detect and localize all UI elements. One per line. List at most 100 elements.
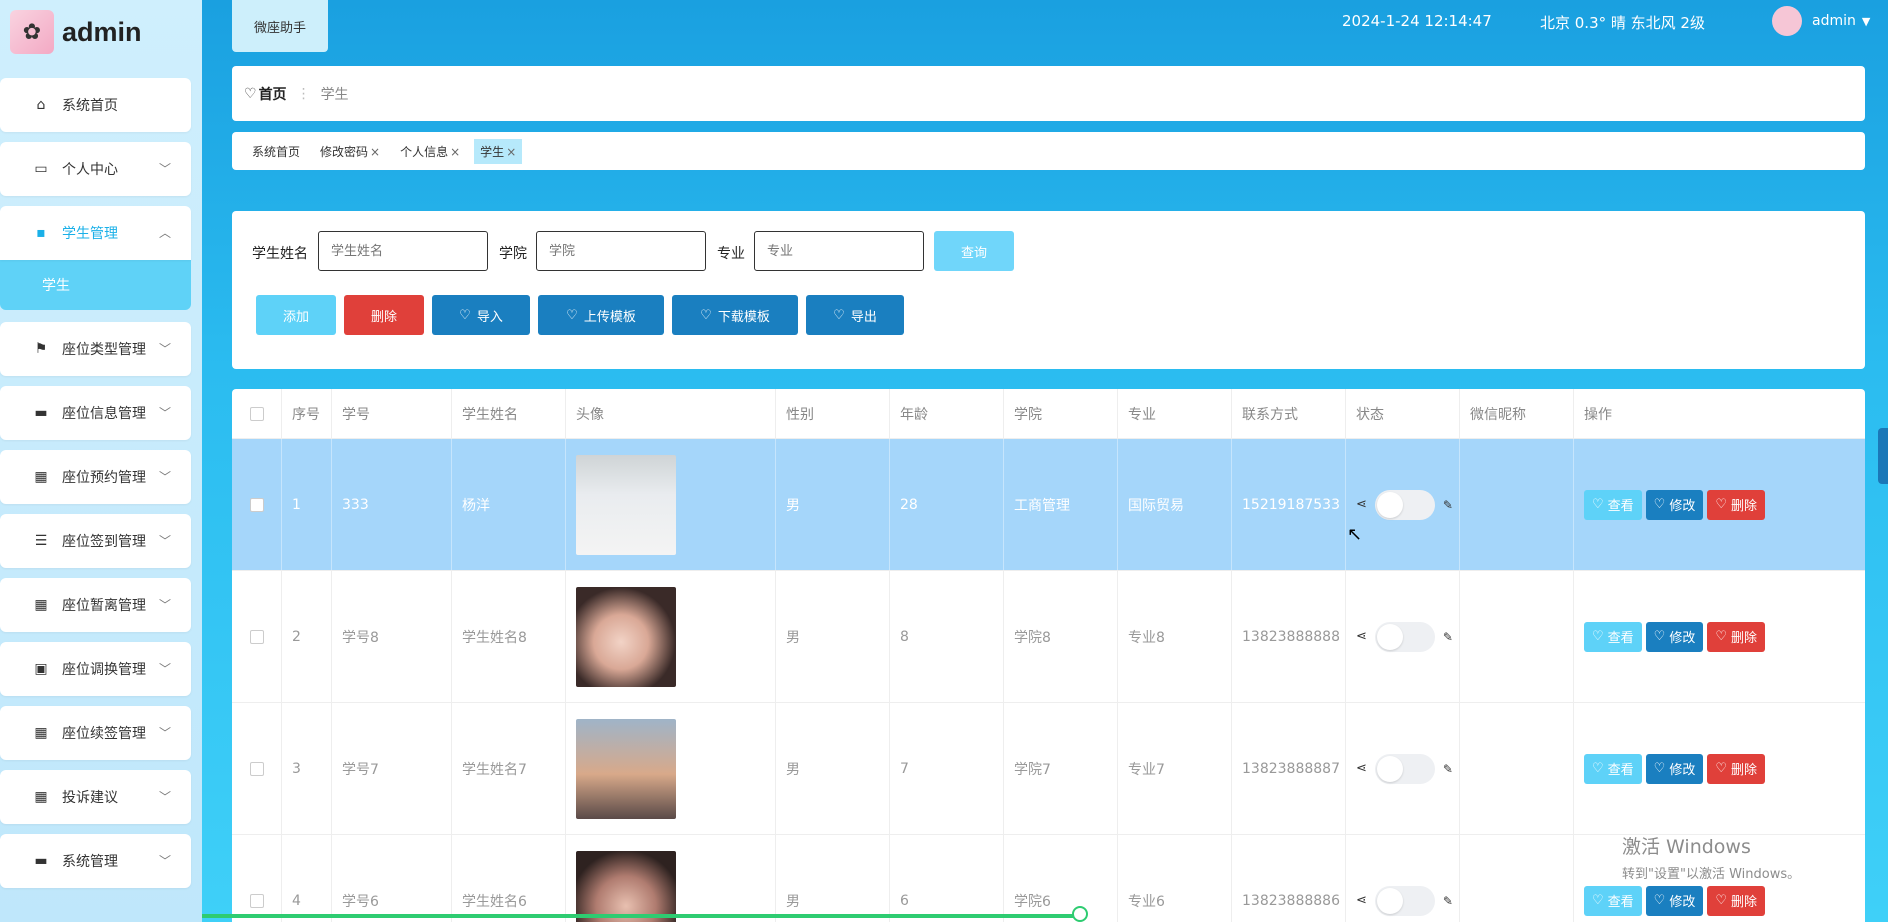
cell-student-no: 学号8 [332,571,452,702]
assistant-button[interactable]: 微座助手 [232,0,328,52]
download-template-label: 下载模板 [717,309,770,325]
edit-button[interactable]: ♡ 修改 [1645,885,1704,916]
edit-button[interactable]: ♡ 修改 [1645,753,1704,784]
close-icon[interactable]: × [450,145,460,159]
add-button[interactable]: 添加 [256,295,336,335]
chevron-down-icon: ﹀ [158,726,171,740]
header-cell: 年龄 [890,389,1004,438]
scrollbar-handle[interactable] [1878,428,1888,484]
close-icon[interactable]: × [370,145,380,159]
view-button[interactable]: ♡ 查看 [1584,489,1642,520]
delete-label: 删除 [1731,499,1758,514]
tag-home[interactable]: 系统首页 [246,139,306,164]
sidebar-item-students[interactable]: ▪ 学生管理 ︿ [0,206,191,260]
table-header: 序号 学号 学生姓名 头像 性别 年龄 学院 专业 联系方式 状态 微信昵称 操… [232,389,1865,439]
row-delete-button[interactable]: ♡ 删除 [1707,489,1766,520]
edit-button[interactable]: ♡ 修改 [1645,489,1704,520]
cell-index: 4 [282,835,332,922]
sidebar-item-system[interactable]: ▬ 系统管理 ﹀ [0,834,191,888]
status-toggle[interactable] [1374,489,1435,520]
view-button[interactable]: ♡ 查看 [1584,753,1642,784]
view-button[interactable]: ♡ 查看 [1584,621,1642,652]
upload-template-button[interactable]: ♡ 上传模板 [538,295,664,335]
export-button[interactable]: ♡ 导出 [806,295,904,335]
close-icon[interactable]: × [506,145,516,159]
sidebar-subitem-student[interactable]: 学生 [0,260,191,310]
breadcrumb-current: 学生 [320,86,349,103]
download-template-button[interactable]: ♡ 下载模板 [672,295,798,335]
edit-label: 修改 [1669,895,1696,910]
cell-major: 国际贸易 [1118,439,1232,570]
watermark-line2: 转到"设置"以激活 Windows。 [1622,867,1801,882]
tag-personal-info[interactable]: 个人信息 × [394,139,466,164]
sidebar-menu: ⌂ 系统首页 ▭ 个人中心 ﹀ ▪ 学生管理 ︿ 学生 ⚑ 座位类型管理 ﹀ ▬… [0,64,202,888]
sidebar-item-label: 座位暂离管理 [62,598,146,614]
brand-avatar: ✿ [10,10,54,54]
select-all-checkbox[interactable] [249,406,264,421]
student-photo[interactable] [576,454,676,555]
major-input[interactable] [754,231,924,271]
tag-label: 系统首页 [252,144,301,159]
cell-status: ⋖ ✎ [1346,703,1460,834]
view-button[interactable]: ♡ 查看 [1584,885,1642,916]
status-toggle[interactable] [1374,621,1435,652]
card-icon: ▭ [34,161,48,177]
table-row[interactable]: 4 学号6 学生姓名6 男 6 学院6 专业6 13823888886 ⋖ ✎ ♡… [232,835,1865,922]
sidebar-item-complaints[interactable]: ▦ 投诉建议 ﹀ [0,770,191,824]
cell-actions: ♡ 查看 ♡ 修改 ♡ 删除 [1574,703,1865,834]
row-checkbox[interactable] [249,761,264,776]
edit-button[interactable]: ♡ 修改 [1645,621,1704,652]
breadcrumb-home[interactable]: 首页 [259,84,287,104]
header-cell: 操作 [1584,406,1612,423]
row-delete-button[interactable]: ♡ 删除 [1707,621,1766,652]
import-button[interactable]: ♡ 导入 [432,295,530,335]
table-row[interactable]: 1 333 杨洋 男 28 工商管理 国际贸易 15219187533 ⋖ ✎ ♡… [232,439,1865,571]
sidebar-item-profile[interactable]: ▭ 个人中心 ﹀ [0,142,191,196]
user-menu[interactable]: admin ▼ [1772,6,1870,36]
sidebar-item-seat-info[interactable]: ▬ 座位信息管理 ﹀ [0,386,191,440]
header-cell: 专业 [1118,389,1232,438]
select-all-cell [232,389,282,438]
top-bar: 微座助手 2024-1-24 12:14:47 北京 0.3° 晴 东北风 2级… [202,0,1888,60]
sidebar-item-seat-swap[interactable]: ▣ 座位调换管理 ﹀ [0,642,191,696]
header-cell: 性别 [776,389,890,438]
table-row[interactable]: 3 学号7 学生姓名7 男 7 学院7 专业7 13823888887 ⋖ ✎ ♡… [232,703,1865,835]
student-name-label: 学生姓名 [252,246,308,262]
cell-student-no: 学号7 [332,703,452,834]
edit-label: 修改 [1669,631,1696,646]
row-delete-button[interactable]: ♡ 删除 [1707,885,1766,916]
student-name-input[interactable] [318,231,488,271]
query-button[interactable]: 查询 [934,231,1014,271]
sidebar-item-home[interactable]: ⌂ 系统首页 [0,78,191,132]
delete-button[interactable]: 删除 [344,295,424,335]
sidebar-item-seat-leave[interactable]: ▦ 座位暂离管理 ﹀ [0,578,191,632]
table-row[interactable]: 2 学号8 学生姓名8 男 8 学院8 专业8 13823888888 ⋖ ✎ ♡… [232,571,1865,703]
chevron-down-icon: ﹀ [158,342,171,356]
sidebar-item-seat-renew[interactable]: ▦ 座位续签管理 ﹀ [0,706,191,760]
sidebar-item-seat-booking[interactable]: ▦ 座位预约管理 ﹀ [0,450,191,504]
sidebar-item-label: 投诉建议 [62,790,118,806]
student-photo[interactable] [576,850,676,922]
sidebar-item-seat-type[interactable]: ⚑ 座位类型管理 ﹀ [0,322,191,376]
sidebar-item-label: 个人中心 [62,162,118,178]
student-photo[interactable] [576,586,676,687]
sidebar-item-label: 座位信息管理 [62,406,146,422]
row-checkbox[interactable] [249,893,264,908]
row-delete-button[interactable]: ♡ 删除 [1707,753,1766,784]
tab-tags: 系统首页 修改密码 × 个人信息 × 学生 × [232,132,1865,170]
tag-student[interactable]: 学生 × [474,138,523,164]
progress-handle[interactable] [1072,906,1088,922]
pencil-icon: ✎ [1442,761,1453,776]
row-checkbox[interactable] [249,629,264,644]
sidebar-item-seat-checkin[interactable]: ☰ 座位签到管理 ﹀ [0,514,191,568]
cell-status: ⋖ ✎ [1346,835,1460,922]
row-checkbox[interactable] [249,497,264,512]
status-toggle[interactable] [1374,753,1435,784]
college-input[interactable] [536,231,706,271]
tag-change-password[interactable]: 修改密码 × [314,139,386,164]
student-photo[interactable] [576,718,676,819]
status-toggle[interactable] [1374,885,1435,916]
sidebar-item-label: 座位调换管理 [62,662,146,678]
brand-title: admin [62,16,142,47]
share-icon: ⋖ [1356,497,1367,512]
